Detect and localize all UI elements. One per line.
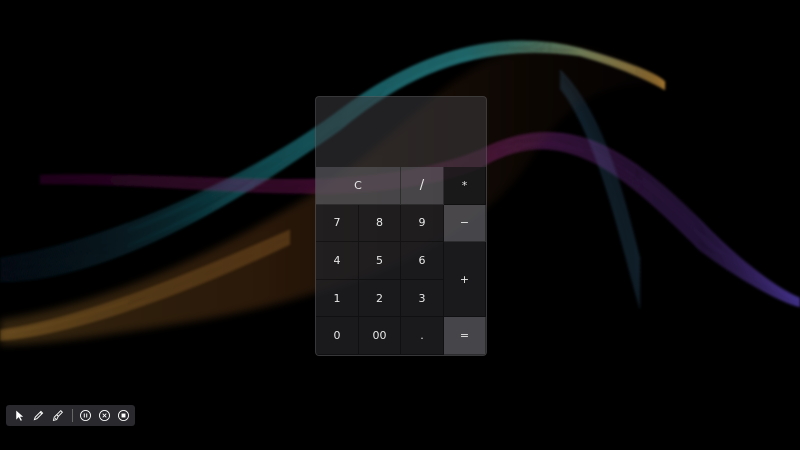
calculator-display bbox=[316, 97, 486, 167]
digit-8-button[interactable]: 8 bbox=[359, 204, 401, 243]
minus-button[interactable]: − bbox=[444, 204, 486, 243]
pause-icon bbox=[80, 410, 92, 421]
pen-button[interactable] bbox=[30, 407, 46, 424]
digit-5-button[interactable]: 5 bbox=[359, 242, 401, 280]
pointer-icon bbox=[15, 410, 23, 421]
blue-fold-strand bbox=[559, 82, 641, 295]
calculator-keypad: C / * 7 8 9 − 4 5 6 + 1 2 3 0 00 . = bbox=[316, 167, 486, 355]
close-circle-icon bbox=[99, 410, 111, 421]
digit-3-button[interactable]: 3 bbox=[401, 279, 444, 318]
brush-button[interactable] bbox=[49, 407, 65, 424]
pen-icon bbox=[33, 410, 44, 421]
pause-button[interactable] bbox=[77, 407, 93, 424]
digit-0-button[interactable]: 0 bbox=[316, 317, 359, 355]
stop-icon bbox=[118, 410, 130, 421]
annotation-toolbar bbox=[6, 405, 135, 426]
plus-button[interactable]: + bbox=[444, 242, 486, 318]
stop-button[interactable] bbox=[116, 407, 132, 424]
blue-fold-strand bbox=[559, 87, 641, 309]
blue-fold-strand bbox=[559, 86, 641, 304]
digit-7-button[interactable]: 7 bbox=[316, 204, 359, 243]
decimal-button[interactable]: . bbox=[401, 317, 444, 355]
divide-button[interactable]: / bbox=[401, 167, 444, 205]
blue-fold-strand bbox=[559, 84, 641, 300]
digit-6-button[interactable]: 6 bbox=[401, 242, 444, 280]
digit-2-button[interactable]: 2 bbox=[359, 279, 401, 318]
digit-9-button[interactable]: 9 bbox=[401, 204, 444, 243]
double-zero-button[interactable]: 00 bbox=[359, 317, 401, 355]
calculator: C / * 7 8 9 − 4 5 6 + 1 2 3 0 00 . = bbox=[315, 96, 487, 356]
brush-icon bbox=[52, 409, 63, 421]
digit-1-button[interactable]: 1 bbox=[316, 279, 359, 318]
multiply-button[interactable]: * bbox=[444, 167, 486, 205]
clear-button[interactable]: C bbox=[316, 167, 401, 205]
close-button[interactable] bbox=[97, 407, 113, 424]
equals-button[interactable]: = bbox=[444, 317, 486, 355]
toolbar-divider bbox=[71, 409, 73, 422]
pointer-button[interactable] bbox=[11, 407, 27, 424]
digit-4-button[interactable]: 4 bbox=[316, 242, 359, 280]
